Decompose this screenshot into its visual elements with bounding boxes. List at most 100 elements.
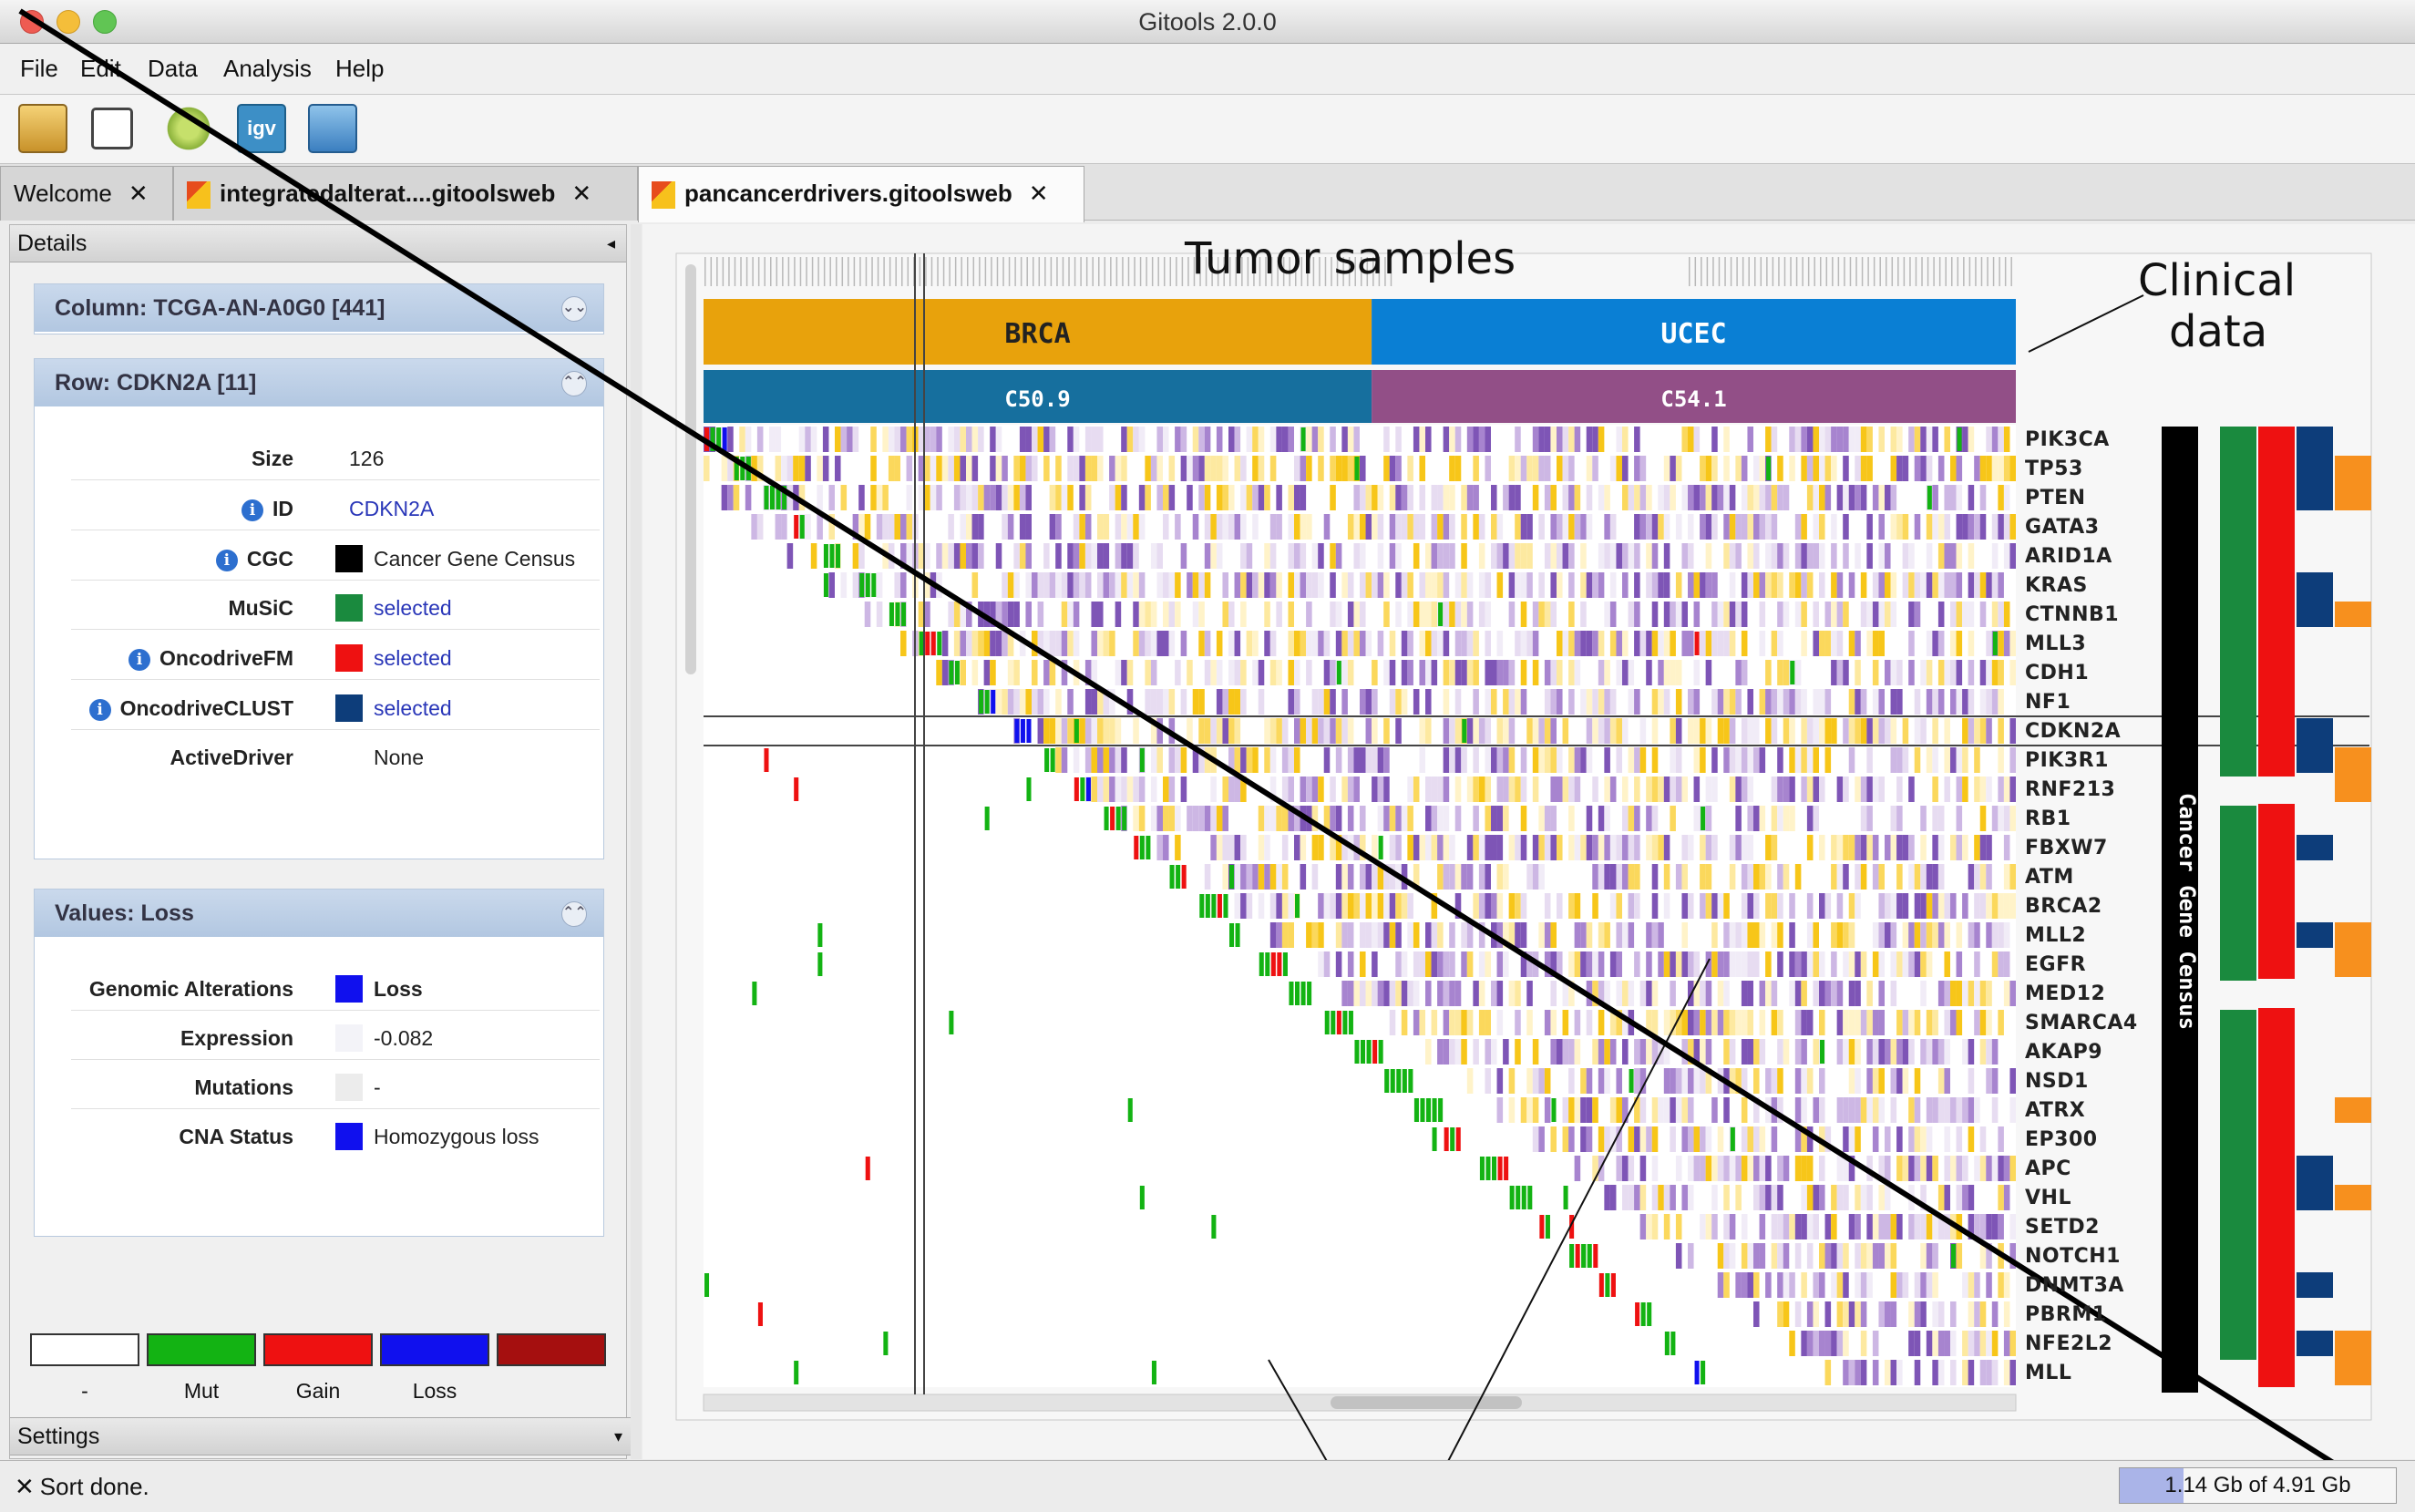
expression-cell [1425, 631, 1432, 656]
expression-cell [1950, 747, 1957, 773]
gene-label[interactable]: ATM [2025, 866, 2074, 889]
expression-cell [1688, 893, 1694, 919]
expression-cell [1651, 1185, 1659, 1210]
gene-label[interactable]: MLL3 [2025, 633, 2086, 655]
expression-cell [1711, 835, 1718, 860]
gene-label[interactable]: APC [2025, 1157, 2071, 1180]
expression-cell [1198, 602, 1205, 627]
expression-cell [1926, 1331, 1933, 1356]
expression-cell [1515, 543, 1521, 569]
expression-cell [1019, 514, 1026, 540]
expression-cell [1401, 631, 1408, 656]
gene-label[interactable]: RB1 [2025, 807, 2071, 830]
expression-cell [1276, 572, 1282, 598]
expression-cell [1926, 514, 1933, 540]
expression-cell [1592, 777, 1598, 802]
expression-cell [1347, 631, 1354, 656]
expression-cell [1794, 951, 1802, 977]
expression-cell [1562, 485, 1569, 510]
gene-label[interactable]: AKAP9 [2025, 1041, 2102, 1064]
gene-label[interactable]: RNF213 [2025, 778, 2115, 801]
expression-cell [1663, 514, 1670, 540]
expression-cell [1204, 631, 1211, 656]
expression-cell [1688, 485, 1694, 510]
expression-cell [1741, 951, 1748, 977]
gene-label[interactable]: NSD1 [2025, 1070, 2089, 1093]
expression-cell [1360, 981, 1366, 1006]
expression-cell [1747, 718, 1753, 744]
gene-label[interactable]: KRAS [2025, 574, 2088, 597]
gene-label[interactable]: MLL [2025, 1362, 2071, 1384]
gene-label[interactable]: ARID1A [2025, 545, 2112, 568]
column-header-tick [1176, 257, 1177, 286]
expression-cell [1372, 981, 1378, 1006]
gene-label[interactable]: MLL2 [2025, 924, 2086, 947]
gene-label[interactable]: ATRX [2025, 1099, 2085, 1122]
gene-label[interactable]: NF1 [2025, 691, 2071, 714]
expression-cell [1688, 1068, 1694, 1094]
gene-label[interactable]: SMARCA4 [2025, 1012, 2138, 1034]
gene-label[interactable]: DNMT3A [2025, 1274, 2124, 1297]
expression-cell [1801, 456, 1807, 481]
gene-label[interactable]: PBRM1 [2025, 1303, 2107, 1326]
alteration-cell [1342, 1011, 1348, 1034]
expression-cell [1717, 1272, 1724, 1298]
expression-cell [1115, 456, 1122, 481]
expression-cell [1485, 572, 1491, 598]
gene-label[interactable]: TP53 [2025, 458, 2083, 480]
expression-cell [1896, 747, 1903, 773]
gene-label[interactable]: EP300 [2025, 1128, 2098, 1151]
expression-cell [1968, 485, 1975, 510]
gene-label[interactable]: EGFR [2025, 953, 2086, 976]
alteration-cell [1122, 807, 1127, 830]
expression-cell [1789, 718, 1795, 744]
expression-cell [1073, 427, 1080, 452]
column-header-tick [996, 257, 999, 286]
gene-label[interactable]: VHL [2025, 1187, 2071, 1209]
alteration-cell [1438, 1098, 1444, 1122]
gene-label[interactable]: NOTCH1 [2025, 1245, 2121, 1268]
gene-label[interactable]: CDH1 [2025, 662, 2089, 684]
gene-label[interactable]: NFE2L2 [2025, 1332, 2112, 1355]
gene-label[interactable]: PTEN [2025, 487, 2086, 509]
expression-cell [1491, 689, 1497, 715]
expression-cell [1515, 572, 1521, 598]
gene-label[interactable]: CTNNB1 [2025, 603, 2119, 626]
gene-label[interactable]: PIK3CA [2025, 428, 2110, 451]
expression-cell [1163, 777, 1169, 802]
expression-cell [1681, 485, 1688, 510]
gene-label[interactable]: SETD2 [2025, 1216, 2100, 1239]
gene-label[interactable]: CDKN2A [2025, 720, 2121, 743]
gene-label[interactable]: PIK3R1 [2025, 749, 2109, 772]
expression-cell [2003, 427, 2010, 452]
gene-label[interactable]: BRCA2 [2025, 895, 2102, 918]
gene-label[interactable]: GATA3 [2025, 516, 2100, 539]
oncodriveclust-annotation-bar [2297, 1331, 2333, 1356]
expression-cell [1908, 631, 1915, 656]
alteration-cell [889, 602, 894, 626]
expression-cell [1794, 1156, 1802, 1181]
expression-cell [876, 572, 883, 598]
expression-cell [1675, 602, 1682, 627]
expression-cell [1401, 572, 1408, 598]
expression-cell [888, 427, 895, 452]
expression-cell [798, 427, 806, 452]
expression-cell [1801, 514, 1807, 540]
expression-cell [1819, 1185, 1825, 1210]
expression-cell [1944, 1010, 1950, 1035]
expression-cell [1896, 1214, 1903, 1239]
expression-cell [769, 427, 776, 452]
memory-indicator[interactable]: 1.14 Gb of 4.91 Gb [2119, 1467, 2397, 1504]
expression-cell [1234, 718, 1241, 744]
expression-cell [1848, 1214, 1855, 1239]
gene-label[interactable]: MED12 [2025, 982, 2105, 1005]
expression-cell [1532, 1068, 1539, 1094]
expression-cell [1705, 456, 1712, 481]
expression-cell [1753, 718, 1760, 744]
expression-cell [1055, 631, 1062, 656]
expression-cell [1675, 777, 1682, 802]
gene-label[interactable]: FBXW7 [2025, 837, 2108, 859]
expression-cell [1944, 543, 1950, 569]
expression-cell [1323, 660, 1331, 685]
expression-cell [1950, 981, 1957, 1006]
